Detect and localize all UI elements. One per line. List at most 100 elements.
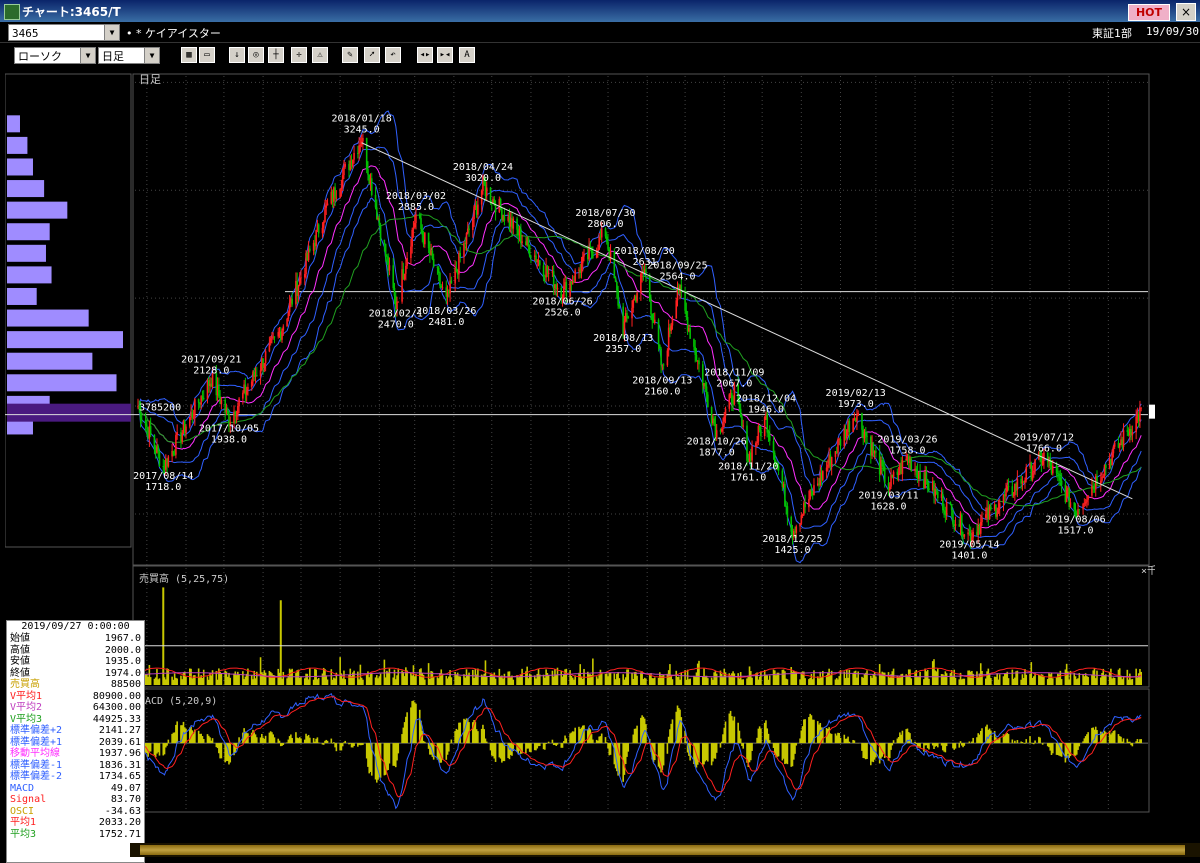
annotation-price: 1973.0: [838, 399, 874, 410]
hot-button[interactable]: HOT: [1128, 4, 1170, 21]
all-icon[interactable]: A: [459, 47, 475, 63]
candle-body: [1025, 467, 1027, 480]
candle-body: [607, 242, 609, 250]
volume-bar: [185, 677, 187, 685]
title-bar: チャート:3465/T HOT ×: [0, 0, 1200, 22]
widen-icon[interactable]: ▸◂: [437, 47, 453, 63]
chart-grid-icon[interactable]: ▦: [181, 47, 197, 63]
code-combo[interactable]: 3465 ▼: [8, 24, 120, 41]
candle-body: [300, 277, 302, 278]
candle-body: [477, 204, 479, 214]
osci-bar: [667, 743, 669, 754]
candle-body: [881, 460, 883, 466]
annotation-date: 2017/09/21: [181, 354, 241, 365]
osci-bar: [981, 728, 983, 743]
chart-svg[interactable]: 2017/08/141718.02017/09/212128.02017/10/…: [5, 72, 1155, 820]
candle-body: [927, 479, 929, 488]
data-window-label: 標準偏差-2: [10, 771, 62, 782]
last-price-label: 1974.0: [1154, 408, 1155, 419]
osci-bar: [1140, 739, 1142, 743]
candle-body: [592, 253, 594, 258]
candle-body: [910, 459, 912, 471]
candle-body: [1008, 486, 1010, 487]
osci-bar: [353, 743, 355, 746]
candle-body: [831, 457, 833, 467]
candle-body: [288, 312, 290, 319]
candle-body: [318, 224, 320, 233]
annotation-date: 2018/08/30: [615, 246, 675, 257]
osci-bar: [1123, 738, 1125, 743]
annotation-price: 1425.0: [774, 545, 810, 556]
candle-body: [1139, 408, 1141, 421]
osci-bar: [389, 743, 391, 763]
candle-body: [827, 465, 829, 468]
osci-bar: [964, 743, 966, 746]
volume-bar: [875, 677, 877, 685]
crosshair-icon[interactable]: ✛: [291, 47, 307, 63]
candle-body: [689, 328, 691, 339]
candle-body: [952, 510, 954, 524]
close-button[interactable]: ×: [1176, 3, 1196, 21]
narrow-icon[interactable]: ◂▸: [417, 47, 433, 63]
osci-bar: [342, 743, 344, 746]
measure-icon[interactable]: ┼: [268, 47, 284, 63]
alert-icon[interactable]: ⚠: [312, 47, 328, 63]
osci-bar: [725, 722, 727, 744]
data-window-value: 1935.0: [105, 656, 141, 668]
candle-body: [1024, 480, 1026, 483]
chevron-down-icon[interactable]: ▼: [104, 25, 119, 40]
candle-body: [1091, 486, 1093, 496]
volume-bar: [1008, 678, 1010, 685]
osci-bar: [778, 743, 780, 756]
osci-bar: [274, 737, 276, 743]
candle-body: [389, 265, 391, 270]
candle-body: [684, 293, 686, 311]
osci-bar: [875, 743, 877, 757]
volume-bar: [433, 677, 435, 685]
volume-bar: [866, 670, 868, 685]
window-icon[interactable]: ▭: [199, 47, 215, 63]
candle-body: [723, 416, 725, 421]
annotation-date: 2019/08/06: [1045, 514, 1105, 525]
candle-body: [413, 227, 415, 229]
osci-bar: [1078, 743, 1080, 746]
volume-bar: [548, 675, 550, 685]
candle-body: [581, 263, 583, 273]
candle-body: [385, 244, 387, 256]
volume-bar: [964, 679, 966, 685]
osci-bar: [159, 743, 161, 755]
candle-body: [198, 399, 200, 403]
chevron-down-icon[interactable]: ▼: [80, 48, 95, 63]
osci-bar: [229, 743, 231, 762]
annotation-price: 1628.0: [870, 501, 906, 512]
zoom-icon[interactable]: ◎: [248, 47, 264, 63]
osci-bar: [1024, 743, 1026, 744]
period-select[interactable]: 日足 ▼: [98, 47, 160, 64]
undo-icon[interactable]: ↶: [385, 47, 401, 63]
volume-bar: [283, 672, 285, 685]
data-window-row: 高値2000.0: [7, 645, 144, 657]
scrollbar-thumb[interactable]: [140, 845, 1185, 855]
download-icon[interactable]: ↓: [229, 47, 245, 63]
volume-bar: [300, 677, 302, 685]
osci-bar: [969, 741, 971, 743]
horizontal-scrollbar[interactable]: [130, 843, 1200, 857]
candle-body: [713, 418, 715, 423]
chevron-down-icon[interactable]: ▼: [144, 48, 159, 63]
pencil-icon[interactable]: ✎: [342, 47, 358, 63]
pointer-icon[interactable]: ➚: [364, 47, 380, 63]
candle-body: [405, 266, 407, 274]
candle-body: [344, 164, 346, 167]
chart-panel[interactable]: 2017/08/141718.02017/09/212128.02017/10/…: [5, 72, 1155, 820]
candle-body: [185, 427, 187, 434]
osci-bar: [1022, 742, 1024, 743]
volume-profile-bar: [7, 310, 89, 327]
osci-bar: [1008, 734, 1010, 743]
chart-type-select[interactable]: ローソク ▼: [14, 47, 96, 64]
osci-bar: [955, 743, 957, 748]
volume-bar: [654, 677, 656, 685]
annotation-date: 2018/09/13: [632, 376, 692, 387]
candle-body: [433, 259, 435, 267]
volume-bar: [1034, 673, 1036, 685]
candle-body: [442, 287, 444, 288]
